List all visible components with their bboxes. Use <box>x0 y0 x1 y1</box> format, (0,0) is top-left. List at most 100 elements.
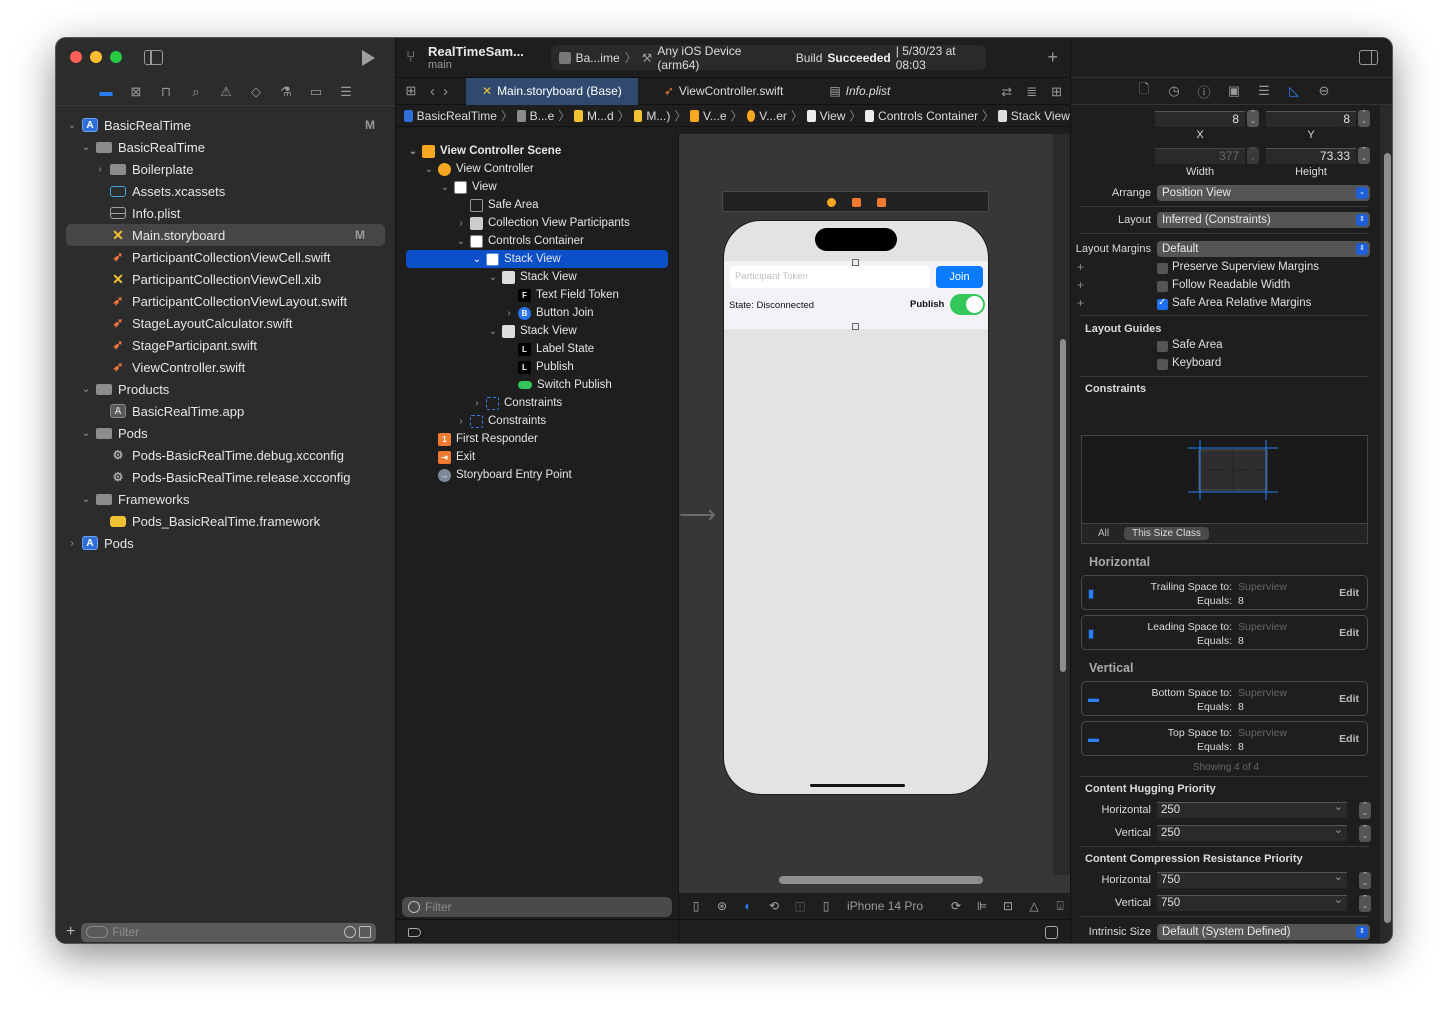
state-label[interactable]: State: Disconnected <box>729 300 814 311</box>
storyboard-canvas[interactable]: ⟶ Participant Token Join State: Disconne… <box>679 134 1070 943</box>
y-field[interactable]: 8 <box>1266 111 1356 127</box>
tab-viewcontroller-swift[interactable]: ➶ ViewController.swift <box>638 78 800 105</box>
navigator-item[interactable]: ⌄ Products <box>56 378 395 400</box>
tab-main-storyboard[interactable]: ✕ Main.storyboard (Base) <box>466 77 638 105</box>
identity-inspector-icon[interactable]: ▣ <box>1227 83 1241 99</box>
navigator-item[interactable]: ⚙ Pods-BasicRealTime.release.xcconfig <box>56 466 395 488</box>
outline-item[interactable]: ⌄ View Controller Scene <box>396 142 678 160</box>
chevron-down-icon[interactable]: ⌄ <box>472 254 482 265</box>
inspector-toggle-icon[interactable] <box>1359 50 1378 65</box>
constraint-card-top[interactable]: ▬ Top Space to: Superview Equals: 8 Edit <box>1081 721 1368 756</box>
scheme-selector[interactable]: Ba...ime <box>576 51 620 65</box>
split-view-icon[interactable]: ◫ <box>793 899 807 913</box>
source-control-filter-icon[interactable] <box>359 926 372 938</box>
vertical-scrollbar[interactable] <box>1060 339 1066 672</box>
compression-vertical-field[interactable]: 750 <box>1157 893 1347 911</box>
outline-item[interactable]: ⌄ View Controller <box>396 160 678 178</box>
x-stepper[interactable]: ⌃ ⌄ <box>1247 110 1259 127</box>
chevron-down-icon[interactable]: ⌄ <box>488 272 498 283</box>
chevron-right-icon[interactable]: › <box>504 308 514 319</box>
outline-item[interactable]: L Publish <box>396 358 678 376</box>
safe-area-relative-margins-checkbox[interactable] <box>1157 297 1168 310</box>
add-file-button[interactable]: + <box>66 923 75 941</box>
warning-icon[interactable]: ⚠ <box>218 84 234 100</box>
outline-item[interactable]: L Label State <box>396 340 678 358</box>
sidebar-toggle-icon[interactable] <box>144 50 163 65</box>
entry-point-arrow-icon[interactable]: ⟶ <box>679 501 724 527</box>
edit-button[interactable]: Edit <box>1339 627 1359 639</box>
outline-item[interactable]: F Text Field Token <box>396 286 678 304</box>
navigator-item[interactable]: ➶ ParticipantCollectionViewLayout.swift <box>56 290 395 312</box>
outline-toggle-icon[interactable] <box>408 928 421 937</box>
join-button[interactable]: Join <box>936 266 983 288</box>
hierarchy-icon[interactable]: ⊓ <box>158 84 174 100</box>
minimize-window-button[interactable] <box>90 51 102 63</box>
edit-button[interactable]: Edit <box>1339 733 1359 745</box>
navigator-item[interactable]: ➶ StageLayoutCalculator.swift <box>56 312 395 334</box>
navigator-item[interactable]: ➶ ParticipantCollectionViewCell.swift <box>56 246 395 268</box>
outline-item[interactable]: › Constraints <box>396 412 678 430</box>
navigator-item[interactable]: ⌄ A BasicRealTime M <box>56 114 395 136</box>
edit-button[interactable]: Edit <box>1339 587 1359 599</box>
outline-item[interactable]: ⌄ Stack View <box>406 250 668 268</box>
follow-readable-width-checkbox[interactable] <box>1157 281 1168 292</box>
navigator-item[interactable]: ⌄ BasicRealTime <box>56 136 395 158</box>
navigator-filter-input[interactable]: Filter <box>81 922 377 942</box>
navigator-item[interactable]: ⚙ Pods-BasicRealTime.debug.xcconfig <box>56 444 395 466</box>
jump-bar-item[interactable]: Stack View <box>1011 109 1070 123</box>
compression-horizontal-field[interactable]: 750 <box>1157 870 1347 888</box>
forward-icon[interactable]: › <box>443 83 448 100</box>
device-selector[interactable]: iPhone 14 Pro <box>847 899 923 913</box>
test-icon[interactable]: ◇ <box>248 84 264 100</box>
filter-options-icon[interactable] <box>86 926 109 938</box>
publish-switch[interactable] <box>950 294 985 315</box>
debug-icon[interactable]: ⚗ <box>278 84 294 100</box>
grid-icon[interactable]: ⊞ <box>396 83 426 99</box>
navigator-item[interactable]: › Boilerplate <box>56 158 395 180</box>
chevron-down-icon[interactable]: ⌄ <box>456 236 466 247</box>
outline-item[interactable]: ⌄ Stack View <box>396 268 678 286</box>
chevron-down-icon[interactable]: ⌄ <box>80 142 92 153</box>
jump-bar-item[interactable]: V...er <box>759 109 787 123</box>
recent-files-icon[interactable] <box>344 926 357 938</box>
search-icon[interactable]: ⌕ <box>188 84 204 100</box>
constraint-card-leading[interactable]: ▮ Leading Space to: Superview Equals: 8 … <box>1081 615 1368 650</box>
jump-bar-item[interactable]: M...d <box>587 109 614 123</box>
align-icon[interactable]: ⊫ <box>975 899 989 913</box>
constraint-card-trailing[interactable]: ▮ Trailing Space to: Superview Equals: 8… <box>1081 575 1368 610</box>
outline-item[interactable]: ⌄ View <box>396 178 678 196</box>
exit-icon[interactable] <box>877 198 886 207</box>
navigator-item[interactable]: Assets.xcassets <box>56 180 395 202</box>
height-stepper[interactable]: ⌃ ⌄ <box>1358 147 1370 164</box>
resolve-issues-icon[interactable]: △ <box>1027 899 1041 913</box>
chevron-down-icon[interactable]: ⌄ <box>80 494 92 505</box>
resize-handle[interactable] <box>852 259 859 266</box>
size-inspector-icon[interactable]: ◺ <box>1287 83 1301 99</box>
hugging-horizontal-field[interactable]: 250 <box>1157 800 1347 818</box>
chevron-right-icon[interactable]: › <box>456 218 466 229</box>
destination-selector[interactable]: Any iOS Device (arm64) <box>657 44 782 72</box>
jump-bar-item[interactable]: B...e <box>530 109 555 123</box>
chevron-down-icon[interactable]: ⌄ <box>488 326 498 337</box>
arrange-popup[interactable]: Position View ⌄ <box>1157 185 1370 201</box>
hugging-horizontal-stepper[interactable]: ⌃ ⌄ <box>1359 802 1371 819</box>
jump-bar-item[interactable]: M...) <box>646 109 670 123</box>
outline-item[interactable]: ⌄ Controls Container <box>396 232 678 250</box>
appearance-icon[interactable]: ◐ <box>741 899 755 913</box>
hugging-vertical-stepper[interactable]: ⌃ ⌄ <box>1359 825 1371 842</box>
resize-handle[interactable] <box>852 323 859 330</box>
zoom-window-button[interactable] <box>110 51 122 63</box>
attributes-inspector-icon[interactable]: ☰ <box>1257 83 1271 99</box>
navigator-item[interactable]: ✕ ParticipantCollectionViewCell.xib <box>56 268 395 290</box>
accessibility-icon[interactable]: ⊛ <box>715 899 729 913</box>
layout-margins-popup[interactable]: Default ⇕ <box>1157 241 1370 257</box>
intrinsic-size-popup[interactable]: Default (System Defined) ⇕ <box>1157 924 1370 940</box>
outline-item[interactable]: ⇥ Exit <box>396 448 678 466</box>
navigator-item[interactable]: ⌄ Frameworks <box>56 488 395 510</box>
project-title[interactable]: RealTimeSam... <box>428 44 524 59</box>
x-field[interactable]: 8 <box>1155 111 1245 127</box>
chevron-down-icon[interactable]: ⌄ <box>66 120 78 131</box>
run-button[interactable] <box>362 50 375 66</box>
constraints-diagram[interactable]: All This Size Class <box>1081 435 1368 544</box>
breakpoint-icon[interactable]: ▭ <box>308 84 324 100</box>
